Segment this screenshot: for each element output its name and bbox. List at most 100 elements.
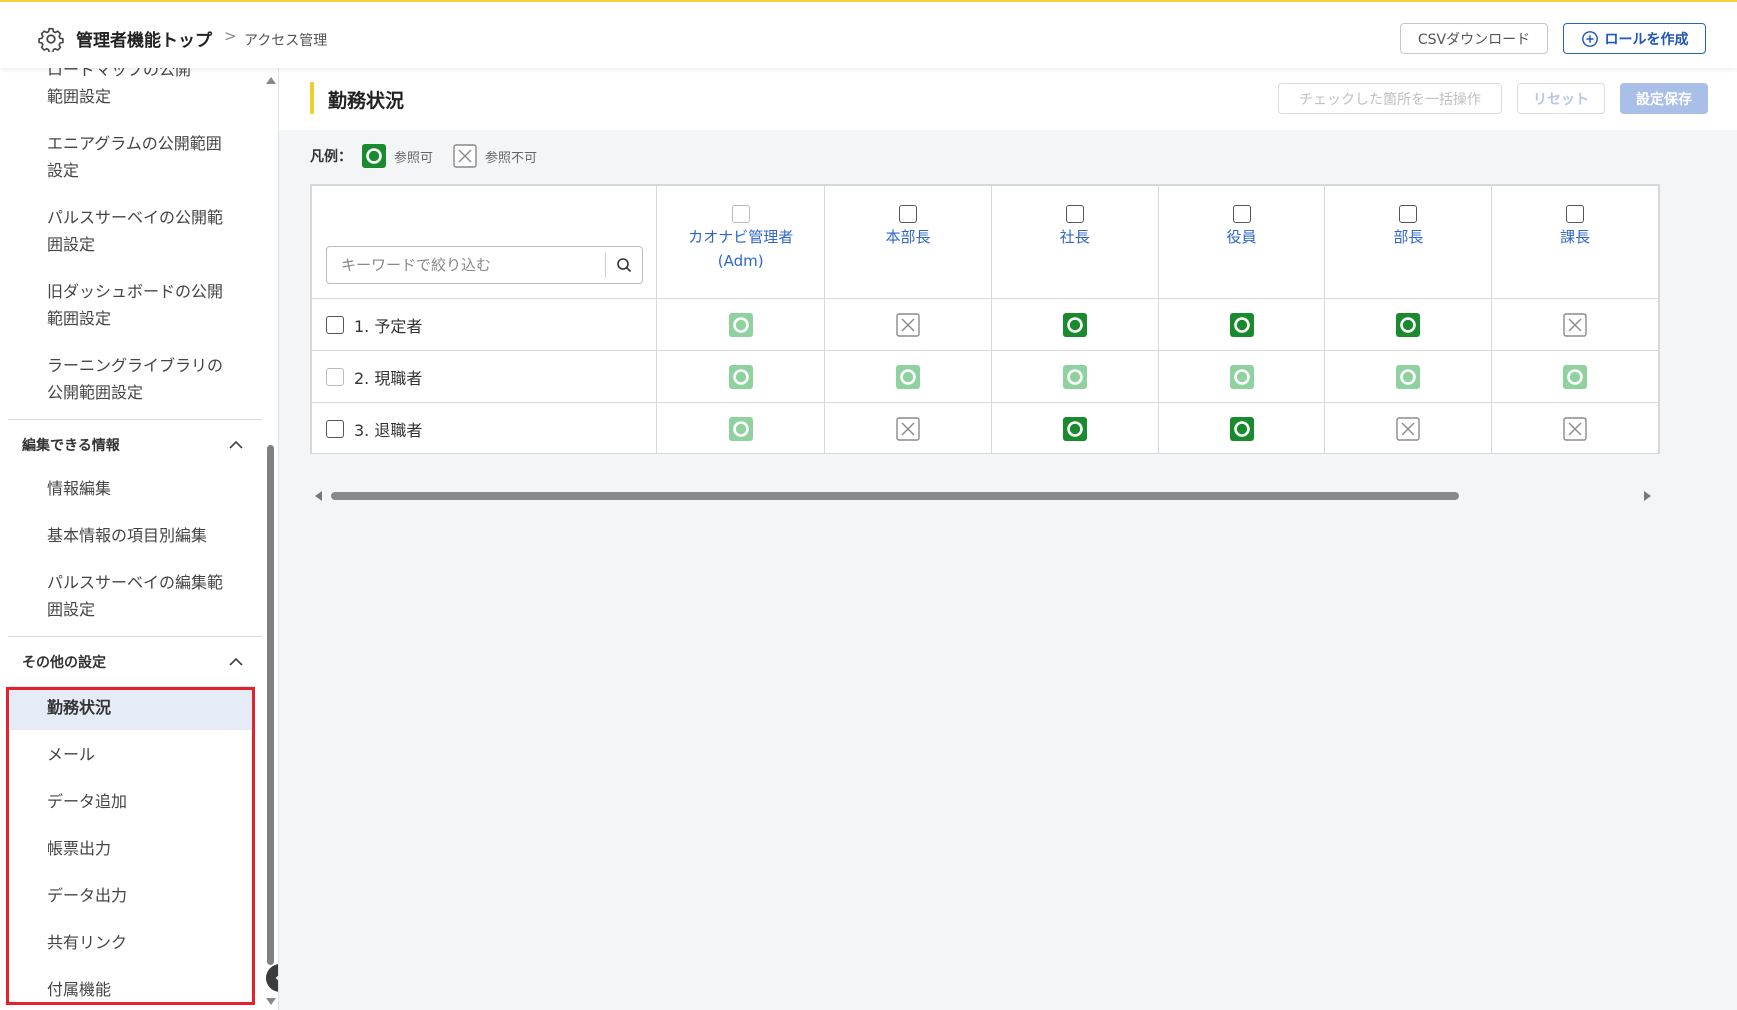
role-checkbox[interactable] (1566, 205, 1585, 223)
permission-cell[interactable] (1324, 402, 1493, 453)
table-scroll-right-arrow[interactable] (1644, 491, 1651, 501)
sidebar-item-basic-info-field-edit[interactable]: 基本情報の項目別編集 (47, 522, 207, 549)
table-horizontal-scrollbar-thumb[interactable] (331, 492, 1459, 500)
allowed-icon (1229, 312, 1254, 337)
permission-table-body: 1. 予定者 2. 現職者 3. 退職者 (311, 298, 1659, 453)
table-row: 2. 現職者 (311, 350, 1659, 403)
role-column-header: 役員 (1157, 185, 1326, 299)
permission-cell[interactable] (990, 402, 1159, 453)
legend-label: 凡例： (310, 149, 352, 165)
row-label-cell: 2. 現職者 (311, 350, 658, 403)
chevron-up-icon[interactable] (228, 657, 244, 667)
role-name[interactable]: 社長 (1060, 225, 1090, 249)
allowed-fixed-icon (896, 364, 921, 389)
sidebar-item-enneagram-visibility[interactable]: エニアグラムの公開範囲 設定 (47, 130, 222, 184)
sidebar-scroll-up-arrow[interactable] (266, 77, 276, 84)
role-checkbox[interactable] (731, 205, 750, 223)
filter-header-cell (311, 185, 658, 299)
role-name[interactable]: カオナビ管理者 (688, 225, 793, 249)
permission-cell[interactable] (1157, 298, 1326, 351)
breadcrumb-current: アクセス管理 (244, 33, 328, 49)
role-name[interactable]: 本部長 (886, 225, 931, 249)
sidebar-item-roadmap-visibility[interactable]: ロードマップの公開 範囲設定 (47, 68, 191, 110)
table-row: 1. 予定者 (311, 298, 1659, 351)
allowed-icon (1062, 312, 1087, 337)
permission-cell[interactable] (990, 350, 1159, 403)
permission-table-container: カオナビ管理者 (Adm) 本部長 社長 役員 部長 課長 1. 予定者 2. 現… (310, 184, 1660, 454)
permission-cell[interactable] (656, 350, 826, 403)
row-checkbox[interactable] (326, 367, 344, 386)
search-button[interactable] (606, 257, 642, 273)
role-name[interactable]: 役員 (1227, 225, 1257, 249)
allowed-icon (1062, 416, 1087, 441)
permission-cell[interactable] (824, 350, 992, 403)
role-name[interactable]: 課長 (1560, 225, 1590, 249)
create-role-button[interactable]: ロールを作成 (1563, 23, 1706, 54)
create-role-label: ロールを作成 (1604, 31, 1689, 48)
permission-cell[interactable] (824, 298, 992, 351)
top-bar: 管理者機能トップ > アクセス管理 CSVダウンロード ロールを作成 (0, 0, 1737, 68)
allowed-fixed-icon (1062, 364, 1087, 389)
permission-cell[interactable] (1157, 402, 1326, 453)
row-checkbox[interactable] (326, 419, 344, 438)
save-settings-button[interactable]: 設定保存 (1620, 83, 1708, 114)
allowed-fixed-icon (728, 312, 753, 337)
permission-cell[interactable] (1157, 350, 1326, 403)
permission-cell[interactable] (656, 402, 826, 453)
table-header-row: カオナビ管理者 (Adm) 本部長 社長 役員 部長 課長 (311, 185, 1659, 299)
role-checkbox[interactable] (1065, 205, 1084, 223)
gear-icon[interactable] (38, 26, 64, 52)
permission-cell[interactable] (656, 298, 826, 351)
chevron-up-icon[interactable] (228, 440, 244, 450)
sidebar-item-pulse-survey-edit-scope[interactable]: パルスサーベイの編集範 囲設定 (47, 569, 223, 623)
section-title-editable-info[interactable]: 編集できる情報 (22, 435, 120, 455)
denied-icon (1563, 416, 1587, 441)
row-label: 3. 退職者 (354, 420, 423, 440)
search-icon (617, 258, 632, 273)
table-scroll-left-arrow[interactable] (315, 491, 322, 501)
allowed-icon (1396, 312, 1421, 337)
keyword-filter (326, 246, 643, 284)
sidebar-item-info-edit[interactable]: 情報編集 (47, 475, 111, 502)
permission-cell[interactable] (1491, 402, 1659, 453)
denied-icon (1563, 312, 1587, 337)
allowed-fixed-icon (728, 416, 753, 441)
sidebar-item-learning-library-visibility[interactable]: ラーニングライブラリの 公開範囲設定 (47, 352, 223, 406)
plus-circle-icon (1581, 30, 1598, 47)
permission-cell[interactable] (1324, 350, 1493, 403)
legend-denied-text: 参照不可 (485, 150, 538, 166)
denied-icon (1396, 416, 1421, 441)
role-checkbox[interactable] (899, 205, 918, 223)
row-label: 1. 予定者 (354, 316, 423, 336)
sidebar-divider (8, 636, 262, 637)
permission-cell[interactable] (1491, 298, 1659, 351)
section-title-other-settings[interactable]: その他の設定 (22, 652, 106, 672)
permission-cell[interactable] (990, 298, 1159, 351)
role-column-header: カオナビ管理者 (Adm) (656, 185, 826, 299)
csv-download-button[interactable]: CSVダウンロード (1400, 23, 1548, 54)
row-checkbox[interactable] (326, 315, 344, 334)
role-checkbox[interactable] (1232, 205, 1251, 223)
keyword-filter-input[interactable] (327, 247, 605, 283)
denied-icon (896, 312, 920, 337)
allowed-fixed-icon (1229, 364, 1254, 389)
sidebar-item-pulse-survey-visibility[interactable]: パルスサーベイの公開範 囲設定 (47, 204, 223, 258)
sidebar-scroll-down-arrow[interactable] (266, 998, 276, 1005)
role-name[interactable]: 部長 (1393, 225, 1423, 249)
allowed-icon (1229, 416, 1254, 441)
permission-cell[interactable] (1324, 298, 1493, 351)
row-label: 2. 現職者 (354, 368, 423, 388)
role-checkbox[interactable] (1399, 205, 1418, 223)
role-column-header: 本部長 (824, 185, 992, 299)
row-label-cell: 1. 予定者 (311, 298, 658, 351)
sidebar-item-old-dashboard-visibility[interactable]: 旧ダッシュボードの公開 範囲設定 (47, 278, 223, 332)
permission-cell[interactable] (1491, 350, 1659, 403)
role-subname: (Adm) (717, 252, 764, 270)
reset-button[interactable]: リセット (1517, 83, 1605, 114)
bulk-action-button[interactable]: チェックした箇所を一括操作 (1278, 83, 1502, 114)
sidebar-scrollbar-thumb[interactable] (267, 445, 274, 965)
permission-cell[interactable] (824, 402, 992, 453)
denied-icon (896, 416, 920, 441)
role-column-header: 課長 (1491, 185, 1659, 299)
admin-top-link[interactable]: 管理者機能トップ (76, 26, 212, 51)
